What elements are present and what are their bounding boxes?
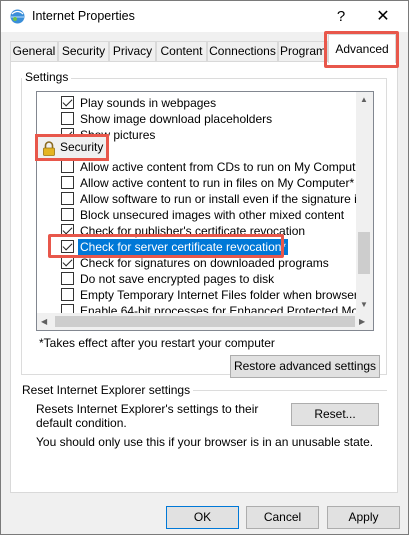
checkbox[interactable] (61, 272, 74, 285)
list-item[interactable]: Check for signatures on downloaded progr… (37, 255, 357, 271)
tab-privacy[interactable]: Privacy (109, 41, 156, 61)
checkbox[interactable] (61, 208, 74, 221)
scroll-right-icon[interactable]: ▶ (359, 317, 365, 326)
checkbox[interactable] (61, 288, 74, 301)
restore-advanced-settings-button[interactable]: Restore advanced settings (230, 355, 380, 378)
restart-note: *Takes effect after you restart your com… (39, 336, 275, 350)
list-item[interactable]: Play sounds in webpages (37, 95, 357, 111)
tab-connections[interactable]: Connections (207, 41, 278, 61)
scroll-left-icon[interactable]: ◀ (41, 317, 47, 326)
list-item[interactable]: Show image download placeholders (37, 111, 357, 127)
settings-list[interactable]: Play sounds in webpages Show image downl… (36, 91, 374, 331)
close-button[interactable]: ✕ (368, 1, 398, 32)
checkbox[interactable] (61, 256, 74, 269)
tab-security[interactable]: Security (58, 41, 109, 61)
tab-programs[interactable]: Program (278, 41, 328, 61)
scroll-up-icon[interactable]: ▲ (360, 95, 368, 104)
security-heading-callout: Security (35, 134, 109, 161)
list-item[interactable]: Check for publisher's certificate revoca… (37, 223, 357, 239)
internet-properties-window: Internet Properties ? ✕ General Security… (0, 0, 409, 535)
security-heading: Security (60, 140, 104, 154)
checkbox[interactable] (61, 176, 74, 189)
vertical-scroll-thumb[interactable] (358, 232, 370, 274)
cancel-button[interactable]: Cancel (246, 506, 319, 529)
list-item[interactable]: Allow active content from CDs to run on … (37, 159, 371, 175)
tab-general[interactable]: General (10, 41, 58, 61)
checkbox[interactable] (61, 96, 74, 109)
scroll-down-icon[interactable]: ▼ (360, 300, 368, 309)
reset-description: Resets Internet Explorer's settings to t… (36, 402, 259, 430)
reset-button[interactable]: Reset... (291, 403, 379, 426)
settings-group-label: Settings (22, 70, 72, 84)
reset-warning: You should only use this if your browser… (36, 435, 374, 449)
apply-button[interactable]: Apply (327, 506, 400, 529)
window-title: Internet Properties (32, 9, 135, 23)
ok-button[interactable]: OK (166, 506, 239, 529)
horizontal-scroll-thumb[interactable] (55, 316, 355, 327)
checkbox[interactable] (61, 112, 74, 125)
list-item[interactable]: Do not save encrypted pages to disk (37, 271, 357, 287)
checkbox[interactable] (61, 240, 74, 253)
vertical-scrollbar[interactable]: ▲ ▼ (356, 92, 373, 314)
list-item[interactable]: Allow active content to run in files on … (37, 175, 357, 191)
checkbox[interactable] (61, 224, 74, 237)
list-item[interactable]: Block unsecured images with other mixed … (37, 207, 357, 223)
lock-icon (43, 141, 55, 156)
help-button[interactable]: ? (329, 1, 353, 32)
checkbox[interactable] (61, 160, 74, 173)
list-item-selected[interactable]: Check for server certificate revocation* (37, 239, 357, 255)
list-item[interactable]: Allow software to run or install even if… (37, 191, 373, 207)
list-item[interactable]: Empty Temporary Internet Files folder wh… (37, 287, 373, 303)
internet-explorer-icon (10, 9, 25, 24)
tab-advanced[interactable]: Advanced (328, 34, 396, 63)
checkbox[interactable] (61, 192, 74, 205)
reset-group-label: Reset Internet Explorer settings (20, 383, 194, 397)
tab-content[interactable]: Content (156, 41, 207, 61)
title-bar: Internet Properties ? ✕ (1, 1, 408, 32)
horizontal-scrollbar[interactable]: ◀ ▶ (37, 313, 373, 330)
